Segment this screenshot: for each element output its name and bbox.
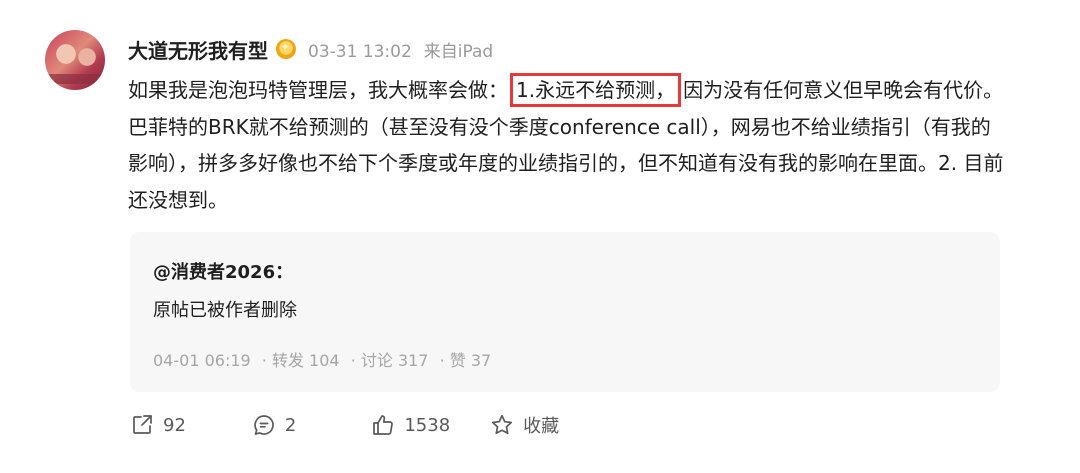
vip-badge-icon — [276, 39, 296, 59]
post-meta: 03-31 13:02 来自iPad — [308, 37, 493, 62]
post-date[interactable]: 03-31 13:02 — [308, 42, 412, 62]
quoted-meta: 04-01 06:19 · 转发 104 · 讨论 317 · 赞 37 — [153, 347, 497, 371]
like-button[interactable]: 1538 — [371, 413, 450, 437]
quoted-reposts: · 转发 104 — [261, 351, 340, 370]
post-source: 来自iPad — [423, 41, 494, 62]
favorite-button[interactable]: 收藏 — [490, 412, 559, 438]
share-count: 92 — [163, 414, 186, 436]
comment-button[interactable]: 2 — [252, 413, 296, 437]
highlighted-text: 1.永远不给预测， — [510, 73, 682, 107]
comment-icon — [254, 415, 274, 435]
quoted-likes: · 赞 37 — [439, 351, 492, 370]
like-count: 1538 — [404, 414, 451, 436]
quoted-date: 04-01 06:19 — [153, 351, 251, 370]
post-content: 如果我是泡泡玛特管理层，我大概率会做： 1.永远不给预测， 因为没有任何意义但早晚会… — [128, 72, 1008, 218]
content-before: 如果我是泡泡玛特管理层，我大概率会做： — [128, 78, 508, 102]
post-header: 大道无形我有型 03-31 13:02 来自iPad — [128, 34, 493, 64]
quoted-post[interactable]: @消费者2026： 原帖已被作者删除 04-01 06:19 · 转发 104 … — [130, 232, 1000, 392]
username[interactable]: 大道无形我有型 — [128, 35, 268, 64]
thumbs-up-icon — [373, 415, 394, 435]
action-bar: 92 2 1538 收藏 — [130, 410, 559, 440]
quoted-text: 原帖已被作者删除 — [153, 300, 297, 321]
comment-count: 2 — [284, 414, 297, 436]
share-icon — [133, 415, 152, 434]
avatar[interactable] — [45, 30, 105, 90]
quoted-author[interactable]: @消费者2026： — [153, 258, 293, 284]
favorite-label: 收藏 — [523, 416, 560, 437]
quoted-comments: · 讨论 317 — [350, 351, 429, 370]
star-icon — [492, 414, 513, 435]
share-button[interactable]: 92 — [130, 413, 186, 437]
